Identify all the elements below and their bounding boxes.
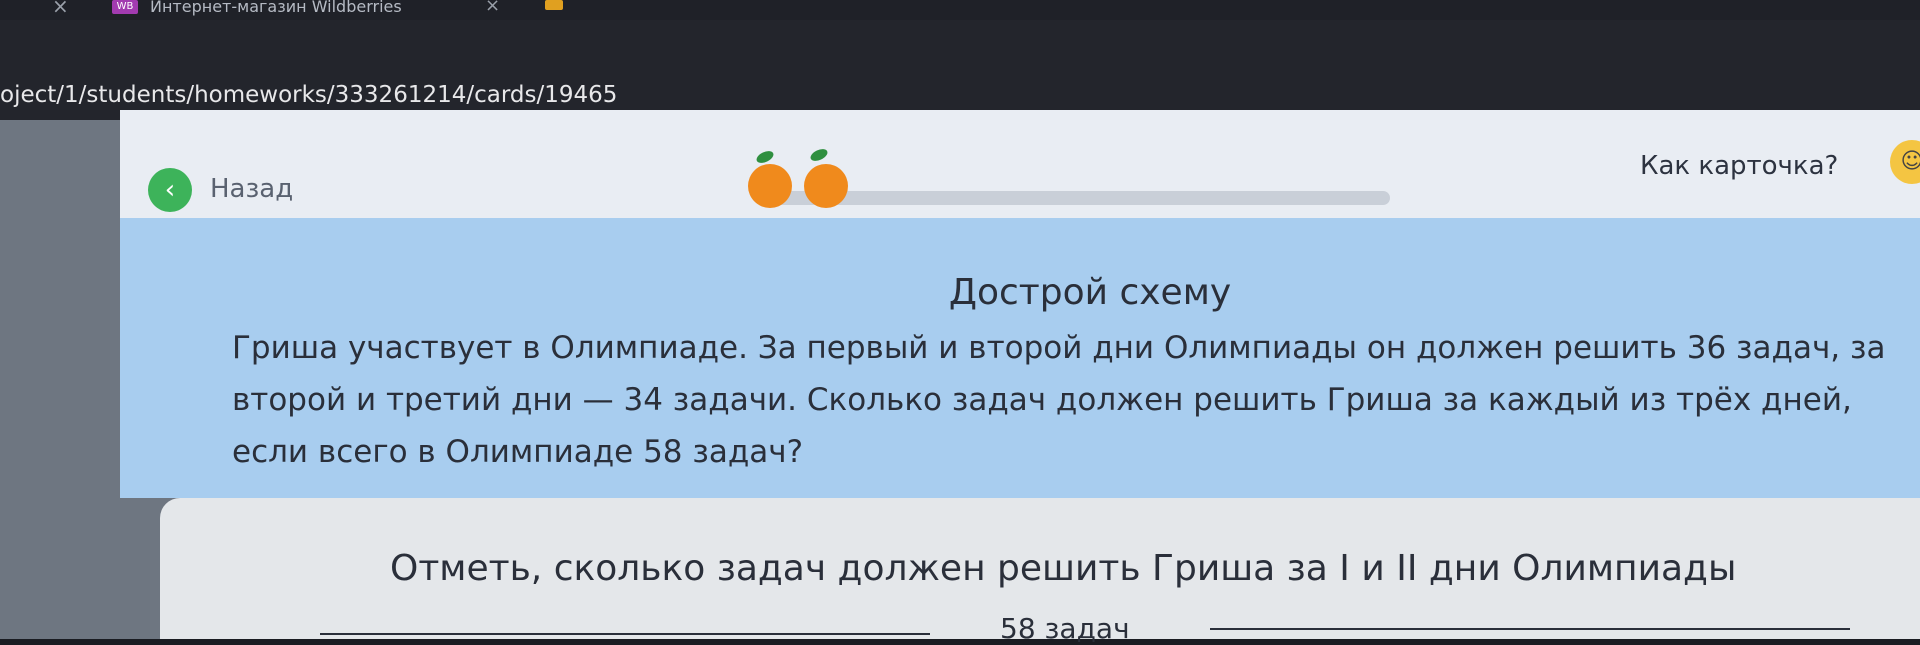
feedback-label: Как карточка? (1640, 151, 1839, 181)
orange-progress-icon (804, 164, 848, 208)
wildberries-favicon-icon: WB (112, 0, 138, 14)
scheme-total-label: 58 задач (1000, 612, 1130, 645)
uchi-favicon-icon (545, 0, 563, 10)
url-text[interactable]: oject/1/students/homeworks/333261214/car… (0, 82, 617, 108)
browser-tab-bar: × WB Интернет-магазин Wildberries × (0, 0, 1920, 20)
scheme-segment-right[interactable] (1210, 628, 1850, 630)
back-button[interactable]: ‹ (148, 168, 192, 212)
answer-question: Отметь, сколько задач должен решить Гриш… (390, 548, 1737, 589)
tab-close-icon[interactable]: × (485, 0, 500, 16)
task-title: Дострой схему (948, 272, 1232, 313)
tab-close-icon[interactable]: × (52, 0, 69, 18)
scheme-segment-left[interactable] (320, 633, 930, 635)
task-text: Гриша участвует в Олимпиаде. За первый и… (232, 330, 1886, 470)
orange-progress-icon (748, 164, 792, 208)
address-bar[interactable]: oject/1/students/homeworks/333261214/car… (0, 20, 1920, 120)
tab-title[interactable]: Интернет-магазин Wildberries (150, 0, 402, 16)
progress-bar (770, 191, 1390, 205)
back-label[interactable]: Назад (210, 174, 293, 204)
